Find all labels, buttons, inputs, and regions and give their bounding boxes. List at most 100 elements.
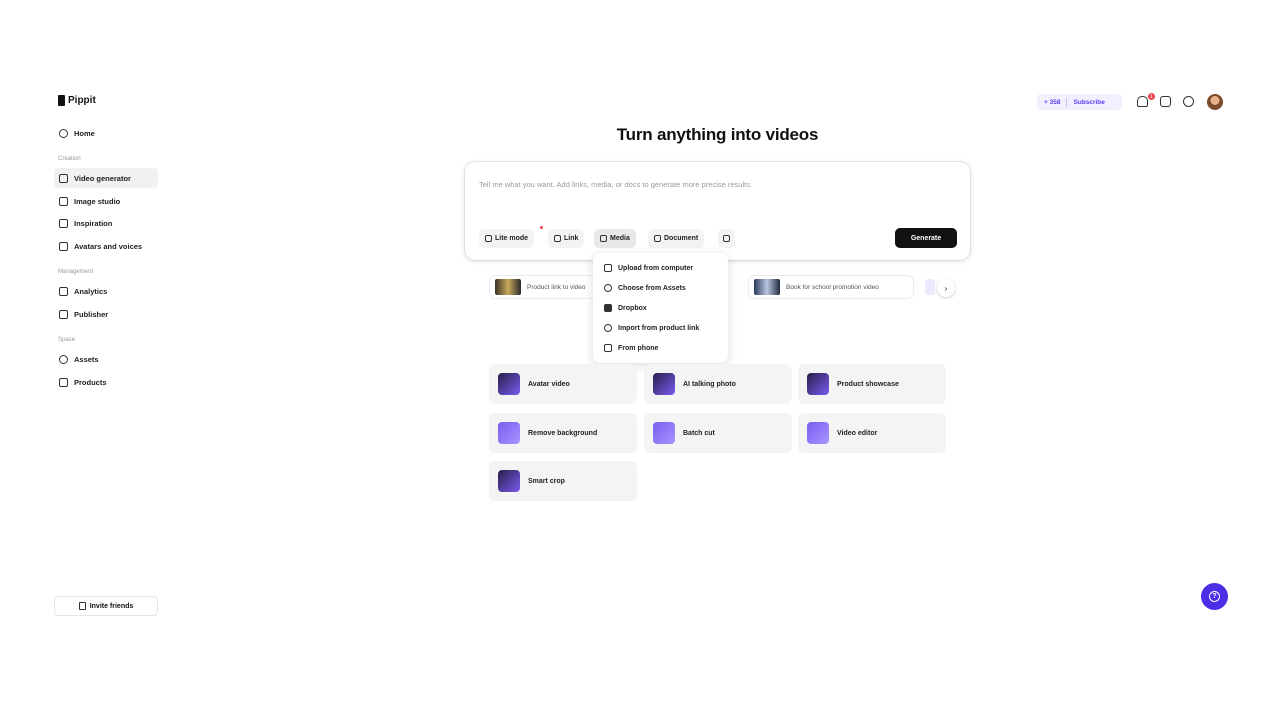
- sidebar-item-publisher[interactable]: Publisher: [54, 304, 158, 324]
- talking-photo-icon: [653, 373, 675, 395]
- sidebar-item-label: Avatars and voices: [74, 241, 143, 251]
- menu-item-from-phone[interactable]: From phone: [593, 338, 728, 358]
- video-editor-icon: [807, 422, 829, 444]
- credits-count: + 358: [1044, 98, 1061, 106]
- tool-card-ai-talking-photo[interactable]: AI talking photo: [644, 364, 792, 404]
- menu-item-upload-from-computer[interactable]: Upload from computer: [593, 258, 728, 278]
- prompt-input[interactable]: Tell me what you want. Add links, media,…: [479, 180, 752, 189]
- sidebar-item-label: Publisher: [74, 309, 109, 319]
- tool-card-product-showcase[interactable]: Product showcase: [798, 364, 946, 404]
- gift-icon: [78, 602, 86, 610]
- tool-card-avatar-video[interactable]: Avatar video: [489, 364, 637, 404]
- tool-card-remove-background[interactable]: Remove background: [489, 413, 637, 453]
- sidebar-item-video-generator[interactable]: Video generator: [54, 168, 158, 188]
- sidebar-item-label: Image studio: [74, 196, 121, 206]
- menu-item-import-from-product-link[interactable]: Import from product link: [593, 318, 728, 338]
- menu-item-label: Choose from Assets: [618, 284, 686, 292]
- lite-mode-icon: [485, 235, 492, 242]
- sidebar-item-label: Assets: [74, 354, 99, 364]
- document-chip[interactable]: Document: [648, 229, 705, 248]
- bell-icon[interactable]: [1137, 96, 1148, 107]
- credits-subscribe-pill[interactable]: + 358 Subscribe: [1037, 94, 1122, 110]
- avatar-icon: [59, 241, 68, 251]
- remove-background-icon: [498, 422, 520, 444]
- box-icon: [59, 377, 68, 387]
- image-icon: [59, 196, 68, 206]
- menu-item-dropbox[interactable]: Dropbox: [593, 298, 728, 318]
- sidebar-item-products[interactable]: Products: [54, 372, 158, 392]
- brand-logo[interactable]: Pippit: [58, 95, 96, 106]
- chevron-right-icon[interactable]: ›: [937, 279, 955, 297]
- media-chip[interactable]: Media: [594, 229, 636, 248]
- suggestion-card-partial[interactable]: [925, 279, 935, 295]
- menu-item-label: From phone: [618, 344, 659, 352]
- batch-cut-icon: [653, 422, 675, 444]
- calendar-icon: [59, 309, 68, 319]
- divider: [1066, 97, 1068, 107]
- tool-label: Product showcase: [837, 380, 899, 388]
- more-options-chip[interactable]: [718, 229, 735, 248]
- cloud-icon: [604, 284, 612, 292]
- tool-label: Smart crop: [528, 477, 565, 485]
- team-icon[interactable]: [1183, 96, 1194, 107]
- subscribe-link[interactable]: Subscribe: [1073, 99, 1104, 106]
- brand-name: Pippit: [68, 95, 96, 106]
- menu-item-label: Dropbox: [618, 304, 647, 312]
- play-icon: [59, 218, 68, 228]
- chip-label: Lite mode: [495, 235, 529, 242]
- sidebar-item-avatars-and-voices[interactable]: Avatars and voices: [54, 236, 158, 256]
- monitor-icon: [604, 264, 612, 272]
- menu-item-label: Upload from computer: [618, 264, 694, 272]
- tool-label: Batch cut: [683, 429, 715, 437]
- link-chip[interactable]: Link: [548, 229, 585, 248]
- sidebar-item-label: Inspiration: [74, 218, 113, 228]
- avatar[interactable]: [1207, 94, 1223, 110]
- prompt-box[interactable]: Tell me what you want. Add links, media,…: [465, 162, 970, 260]
- notification-badge: 1: [1148, 93, 1155, 100]
- invite-label: Invite friends: [89, 602, 134, 610]
- page-title: Turn anything into videos: [616, 125, 819, 144]
- smart-crop-icon: [498, 470, 520, 492]
- sidebar-item-label: Analytics: [74, 286, 108, 296]
- menu-item-choose-from-assets[interactable]: Choose from Assets: [593, 278, 728, 298]
- document-icon: [654, 235, 661, 242]
- tool-label: Video editor: [837, 429, 878, 437]
- sidebar-item-image-studio[interactable]: Image studio: [54, 191, 158, 211]
- sidebar-item-assets[interactable]: Assets: [54, 349, 158, 369]
- link-icon: [604, 324, 612, 332]
- bag-icon[interactable]: [1160, 96, 1171, 107]
- app-root: Pippit Home Creation Video generator Ima…: [0, 0, 1280, 720]
- sidebar-item-analytics[interactable]: Analytics: [54, 281, 158, 301]
- question-icon: ?: [1209, 591, 1220, 602]
- tool-label: AI talking photo: [683, 380, 736, 388]
- tool-card-batch-cut[interactable]: Batch cut: [644, 413, 792, 453]
- sidebar-section-space: Space: [58, 337, 76, 343]
- help-button[interactable]: ?: [1201, 583, 1228, 610]
- settings-icon: [723, 235, 730, 242]
- media-dropdown-menu: Upload from computer Choose from Assets …: [593, 253, 728, 363]
- suggestion-label: Book for school promotion video: [786, 283, 879, 291]
- invite-friends-button[interactable]: Invite friends: [54, 596, 158, 616]
- generate-button[interactable]: Generate: [895, 228, 957, 248]
- tool-card-smart-crop[interactable]: Smart crop: [489, 461, 637, 501]
- link-icon: [554, 235, 561, 242]
- sidebar-section-management: Management: [58, 269, 94, 275]
- media-icon: [600, 235, 607, 242]
- suggestion-label: Product link to video: [527, 283, 586, 291]
- video-icon: [59, 173, 68, 183]
- sidebar-item-label: Products: [74, 377, 107, 387]
- tool-label: Remove background: [528, 429, 598, 437]
- menu-item-label: Import from product link: [618, 324, 700, 332]
- cloud-icon: [59, 354, 68, 364]
- suggestion-card[interactable]: Product link to video: [489, 275, 595, 299]
- phone-icon: [604, 344, 612, 352]
- sidebar-item-inspiration[interactable]: Inspiration: [54, 213, 158, 233]
- tool-card-video-editor[interactable]: Video editor: [798, 413, 946, 453]
- lite-mode-chip[interactable]: Lite mode: [479, 229, 535, 248]
- suggestion-card[interactable]: Book for school promotion video: [748, 275, 914, 299]
- suggestion-thumbnail: [754, 279, 780, 295]
- tool-label: Avatar video: [528, 380, 570, 388]
- pippit-logo-icon: [58, 95, 65, 106]
- suggestion-thumbnail: [495, 279, 521, 295]
- chip-label: Document: [664, 235, 699, 242]
